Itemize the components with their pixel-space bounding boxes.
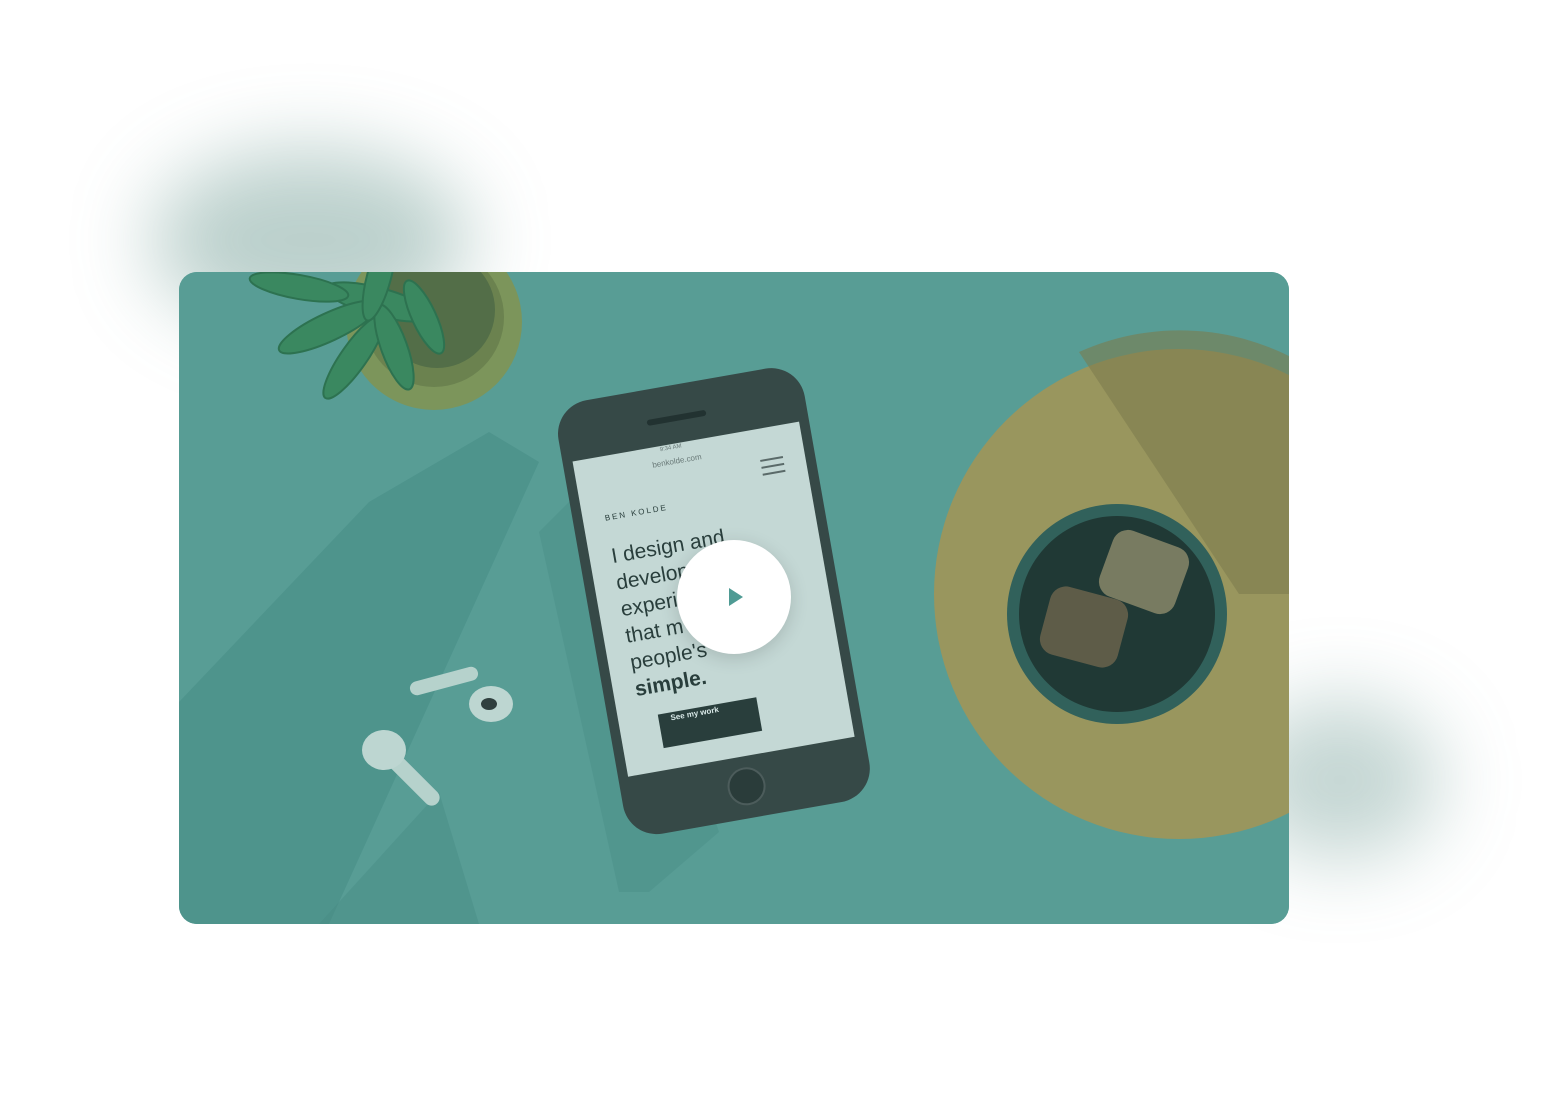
play-button[interactable]	[677, 540, 791, 654]
video-card[interactable]: benkolde.com 9:34 AM BEN KOLDE I design …	[179, 272, 1289, 924]
play-icon	[729, 588, 743, 606]
stage: benkolde.com 9:34 AM BEN KOLDE I design …	[0, 0, 1555, 1096]
